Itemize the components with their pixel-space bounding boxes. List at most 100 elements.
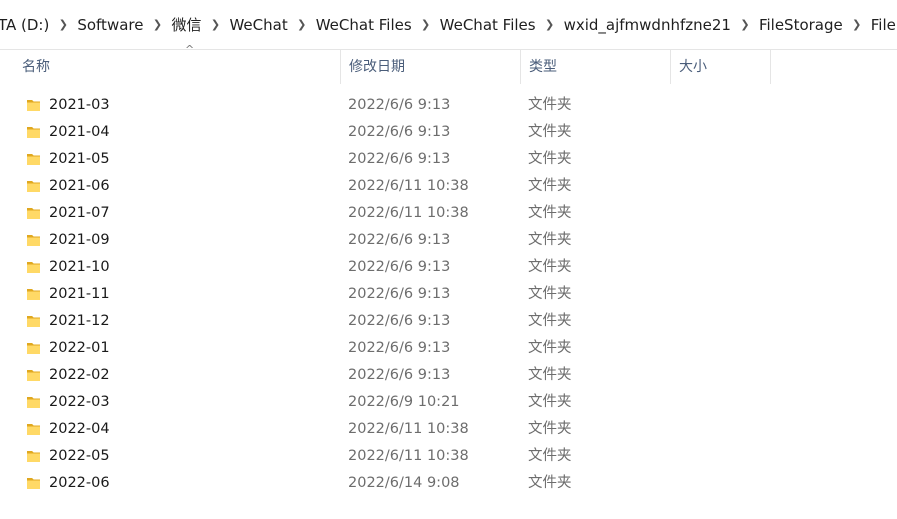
column-header-name[interactable]: 名称 ^: [14, 44, 341, 84]
chevron-right-icon[interactable]: ❯: [147, 14, 167, 36]
folder-icon: [26, 260, 41, 274]
folder-icon: [26, 476, 41, 490]
folder-icon: [26, 98, 41, 112]
file-name: 2021-06: [49, 178, 110, 194]
file-name: 2022-01: [49, 340, 110, 356]
file-modified-date: 2022/6/6 9:13: [348, 313, 451, 329]
address-bar[interactable]: TA (D:) ❯ Software ❯ 微信 ❯ WeChat ❯ WeCha…: [0, 0, 897, 50]
chevron-right-icon[interactable]: ❯: [53, 14, 73, 36]
breadcrumb-item-drive[interactable]: TA (D:): [0, 14, 53, 36]
file-name: 2022-02: [49, 367, 110, 383]
column-header-type-label: 类型: [529, 59, 557, 75]
file-row[interactable]: 2022-02 2022/6/6 9:13 文件夹: [0, 362, 897, 389]
file-name: 2021-07: [49, 205, 110, 221]
breadcrumb-item-wechat-files-2[interactable]: WeChat Files: [436, 14, 540, 36]
breadcrumb-item-filestorage[interactable]: FileStorage: [755, 14, 847, 36]
file-row[interactable]: 2021-11 2022/6/6 9:13 文件夹: [0, 281, 897, 308]
file-row[interactable]: 2021-07 2022/6/11 10:38 文件夹: [0, 200, 897, 227]
chevron-right-icon[interactable]: ❯: [847, 14, 867, 36]
file-type: 文件夹: [528, 421, 572, 437]
folder-icon: [26, 179, 41, 193]
file-modified-date: 2022/6/6 9:13: [348, 151, 451, 167]
file-modified-date: 2022/6/6 9:13: [348, 124, 451, 140]
file-modified-date: 2022/6/11 10:38: [348, 178, 469, 194]
file-list: 2021-03 2022/6/6 9:13 文件夹 2021-04 2022/6/6 9…: [0, 92, 897, 497]
file-modified-date: 2022/6/6 9:13: [348, 340, 451, 356]
chevron-right-icon[interactable]: ❯: [205, 14, 225, 36]
breadcrumb-item-wechat-files[interactable]: WeChat Files: [312, 14, 416, 36]
file-row[interactable]: 2022-01 2022/6/6 9:13 文件夹: [0, 335, 897, 362]
chevron-right-icon[interactable]: ❯: [292, 14, 312, 36]
file-type: 文件夹: [528, 259, 572, 275]
file-name: 2021-03: [49, 97, 110, 113]
folder-icon: [26, 449, 41, 463]
file-type: 文件夹: [528, 313, 572, 329]
file-modified-date: 2022/6/6 9:13: [348, 232, 451, 248]
file-name: 2021-05: [49, 151, 110, 167]
file-name: 2022-05: [49, 448, 110, 464]
folder-icon: [26, 152, 41, 166]
breadcrumb-item-software[interactable]: Software: [73, 14, 147, 36]
file-type: 文件夹: [528, 340, 572, 356]
file-modified-date: 2022/6/11 10:38: [348, 421, 469, 437]
breadcrumb-item-wechat[interactable]: WeChat: [225, 14, 291, 36]
file-type: 文件夹: [528, 205, 572, 221]
folder-icon: [26, 125, 41, 139]
file-name: 2021-04: [49, 124, 110, 140]
breadcrumb-item-file[interactable]: File: [867, 14, 897, 36]
file-modified-date: 2022/6/9 10:21: [348, 394, 460, 410]
file-name: 2021-09: [49, 232, 110, 248]
folder-icon: [26, 287, 41, 301]
file-type: 文件夹: [528, 394, 572, 410]
folder-icon: [26, 395, 41, 409]
column-header-size[interactable]: 大小: [671, 50, 771, 84]
file-row[interactable]: 2022-03 2022/6/9 10:21 文件夹: [0, 389, 897, 416]
column-header-date-label: 修改日期: [349, 59, 405, 75]
file-row[interactable]: 2021-05 2022/6/6 9:13 文件夹: [0, 146, 897, 173]
file-type: 文件夹: [528, 286, 572, 302]
file-row[interactable]: 2021-12 2022/6/6 9:13 文件夹: [0, 308, 897, 335]
chevron-right-icon[interactable]: ❯: [540, 14, 560, 36]
breadcrumb-item-wxid[interactable]: wxid_ajfmwdnhfzne21: [560, 14, 735, 36]
sort-ascending-icon: ^: [185, 43, 195, 56]
file-type: 文件夹: [528, 97, 572, 113]
file-row[interactable]: 2021-09 2022/6/6 9:13 文件夹: [0, 227, 897, 254]
column-header-size-label: 大小: [679, 59, 707, 75]
file-row[interactable]: 2021-10 2022/6/6 9:13 文件夹: [0, 254, 897, 281]
column-header-name-label: 名称: [22, 59, 50, 75]
file-modified-date: 2022/6/6 9:13: [348, 259, 451, 275]
column-header-row: 名称 ^ 修改日期 类型 大小: [0, 44, 897, 88]
file-row[interactable]: 2022-05 2022/6/11 10:38 文件夹: [0, 443, 897, 470]
file-name: 2022-03: [49, 394, 110, 410]
folder-icon: [26, 206, 41, 220]
folder-icon: [26, 341, 41, 355]
file-modified-date: 2022/6/6 9:13: [348, 367, 451, 383]
chevron-right-icon[interactable]: ❯: [735, 14, 755, 36]
file-modified-date: 2022/6/11 10:38: [348, 448, 469, 464]
file-name: 2022-04: [49, 421, 110, 437]
folder-icon: [26, 368, 41, 382]
column-header-date[interactable]: 修改日期: [341, 50, 521, 84]
file-type: 文件夹: [528, 448, 572, 464]
breadcrumb: TA (D:) ❯ Software ❯ 微信 ❯ WeChat ❯ WeCha…: [0, 14, 897, 36]
file-type: 文件夹: [528, 151, 572, 167]
file-row[interactable]: 2021-04 2022/6/6 9:13 文件夹: [0, 119, 897, 146]
file-modified-date: 2022/6/14 9:08: [348, 475, 460, 491]
folder-icon: [26, 314, 41, 328]
file-type: 文件夹: [528, 124, 572, 140]
file-row[interactable]: 2022-06 2022/6/14 9:08 文件夹: [0, 470, 897, 497]
column-header-type[interactable]: 类型: [521, 50, 671, 84]
file-type: 文件夹: [528, 367, 572, 383]
breadcrumb-item-weixin[interactable]: 微信: [167, 14, 205, 36]
file-row[interactable]: 2021-06 2022/6/11 10:38 文件夹: [0, 173, 897, 200]
file-name: 2021-11: [49, 286, 110, 302]
file-modified-date: 2022/6/6 9:13: [348, 286, 451, 302]
file-modified-date: 2022/6/11 10:38: [348, 205, 469, 221]
file-row[interactable]: 2021-03 2022/6/6 9:13 文件夹: [0, 92, 897, 119]
folder-icon: [26, 233, 41, 247]
file-row[interactable]: 2022-04 2022/6/11 10:38 文件夹: [0, 416, 897, 443]
chevron-right-icon[interactable]: ❯: [416, 14, 436, 36]
file-name: 2022-06: [49, 475, 110, 491]
file-modified-date: 2022/6/6 9:13: [348, 97, 451, 113]
folder-icon: [26, 422, 41, 436]
